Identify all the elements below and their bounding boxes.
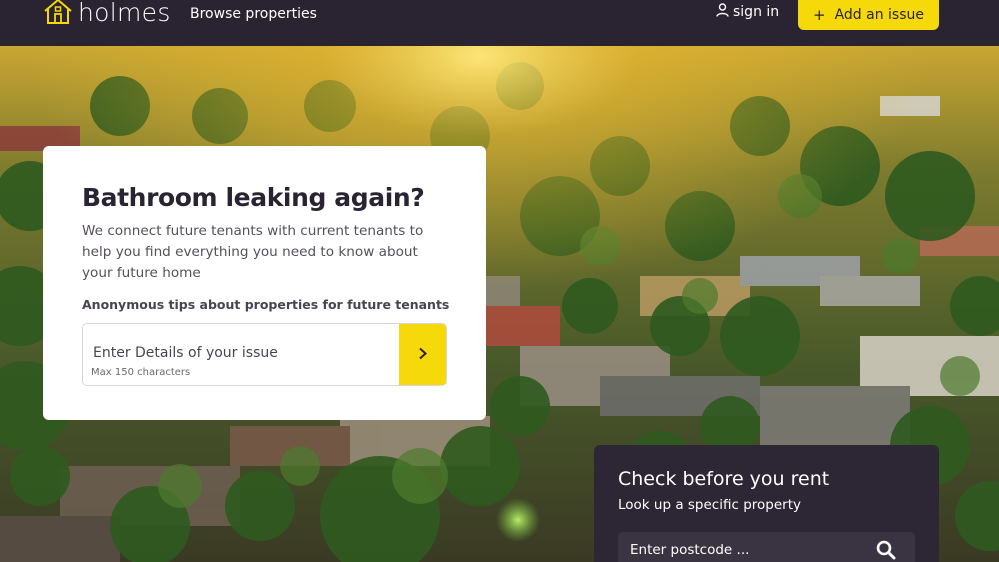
sign-in-link[interactable]: sign in (716, 3, 779, 21)
check-panel-subtitle: Look up a specific property (618, 497, 801, 513)
logo[interactable]: holmes (43, 0, 171, 26)
tips-label: Anonymous tips about properties for futu… (82, 297, 450, 312)
submit-issue-button[interactable] (399, 324, 446, 385)
postcode-search-button[interactable] (876, 540, 896, 560)
hero-description: We connect future tenants with current t… (82, 223, 424, 281)
issue-details-input[interactable] (83, 324, 400, 368)
top-navbar: holmes Browse properties sign in + Add a… (0, 0, 999, 46)
postcode-search-box (618, 532, 915, 562)
plus-icon: + (813, 6, 826, 24)
user-icon (716, 3, 733, 21)
check-panel-title: Check before you rent (618, 468, 830, 490)
add-issue-label: Add an issue (834, 7, 924, 23)
sign-in-label: sign in (733, 4, 780, 20)
chevron-right-icon (418, 347, 428, 363)
nav-browse-properties[interactable]: Browse properties (190, 6, 317, 22)
add-issue-button[interactable]: + Add an issue (798, 0, 939, 30)
postcode-input[interactable] (618, 532, 868, 562)
issue-input-group: Max 150 characters (82, 323, 447, 386)
search-icon (876, 540, 896, 562)
hero-title: Bathroom leaking again? (82, 183, 425, 212)
house-icon (43, 0, 73, 28)
issue-char-limit-hint: Max 150 characters (91, 367, 191, 378)
check-before-rent-panel: Check before you rent Look up a specific… (594, 445, 939, 562)
hero-card: Bathroom leaking again? We connect futur… (43, 146, 486, 420)
logo-text: holmes (78, 0, 171, 27)
